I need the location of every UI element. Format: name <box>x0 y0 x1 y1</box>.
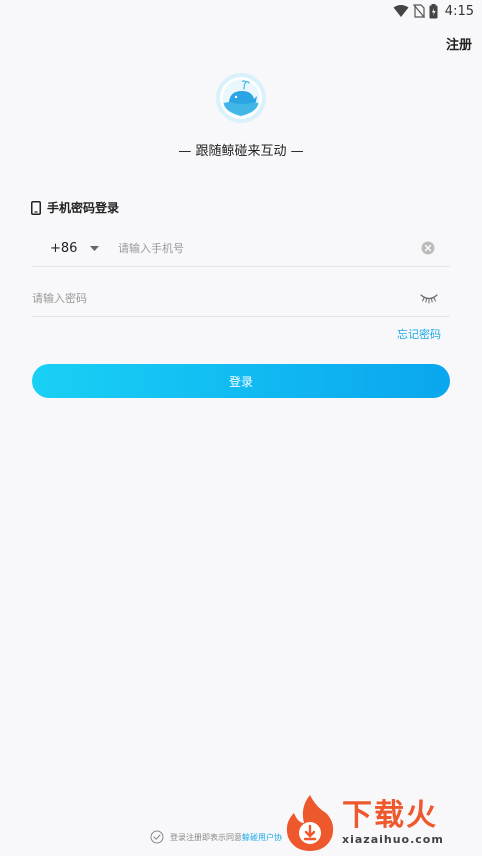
mobile-phone-icon <box>31 200 41 215</box>
password-input[interactable] <box>32 291 420 305</box>
login-button[interactable]: 登录 <box>32 364 450 398</box>
watermark-title: 下载火 <box>342 798 438 833</box>
agreement-text: 登录注册即表示同意鲸碰用户协 <box>170 832 282 843</box>
register-link[interactable]: 注册 <box>446 34 472 53</box>
section-title-text: 手机密码登录 <box>47 201 120 215</box>
forgot-password-link[interactable]: 忘记密码 <box>397 326 441 342</box>
clear-icon[interactable] <box>420 240 436 256</box>
check-circle-icon[interactable] <box>150 830 164 844</box>
country-code-value: +86 <box>50 240 78 256</box>
caret-down-icon <box>90 245 99 251</box>
password-input-row <box>32 280 450 317</box>
phone-input-row: +86 <box>32 230 450 267</box>
agreement-prefix: 登录注册即表示同意 <box>170 832 242 842</box>
slogan-text: 跟随鲸碰来互动 <box>195 144 287 159</box>
user-agreement-link[interactable]: 鲸碰用户协 <box>242 833 282 842</box>
status-time: 4:15 <box>444 3 474 19</box>
country-code-select[interactable]: +86 <box>32 241 118 256</box>
no-sim-icon <box>412 4 425 18</box>
status-bar: 4:15 <box>0 0 482 22</box>
flame-logo-icon <box>286 795 334 851</box>
agreement: 登录注册即表示同意鲸碰用户协 <box>150 830 282 844</box>
watermark: 下载火 xiazaihuo.com <box>282 792 478 854</box>
wifi-icon <box>393 5 409 17</box>
slogan-dash-right: — <box>286 144 304 159</box>
phone-input[interactable] <box>118 241 420 255</box>
slogan-dash-left: — <box>178 144 196 159</box>
slogan: — 跟随鲸碰来互动 — <box>0 140 482 159</box>
watermark-url: xiazaihuo.com <box>342 833 444 846</box>
eye-closed-icon[interactable] <box>420 292 438 304</box>
battery-icon <box>429 3 438 18</box>
login-section-title: 手机密码登录 <box>31 199 119 216</box>
status-icons: 4:15 <box>393 2 474 20</box>
whale-logo-icon <box>216 73 266 123</box>
